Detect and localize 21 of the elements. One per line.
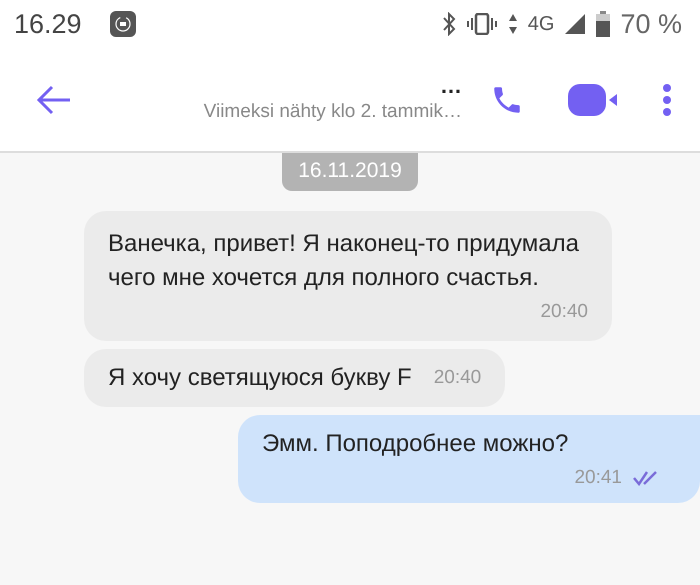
network-type: 4G (528, 12, 554, 36)
message-time: 20:40 (540, 300, 588, 324)
bluetooth-icon (442, 12, 456, 36)
message-time: 20:41 (574, 466, 622, 490)
message-text: Эмм. Поподробнее можно? (262, 429, 570, 459)
clock: 16.29 (14, 8, 82, 40)
vibrate-icon (466, 13, 498, 35)
message-text: Я хочу светящуюся букву F (108, 363, 412, 393)
message-time: 20:40 (434, 366, 482, 390)
video-call-button[interactable] (568, 84, 618, 116)
last-seen-text: Viimeksi nähty klo 2. tammik… (204, 100, 462, 122)
more-options-button[interactable] (662, 82, 672, 116)
contact-name[interactable]: … (440, 76, 462, 94)
signal-icon (564, 13, 586, 35)
message-text: Ванечка, привет! Я наконец-то придумала чего мне хочется для полного счастья. (108, 229, 580, 293)
app-notification-icon (110, 11, 136, 37)
battery-percent: 70 % (620, 8, 682, 40)
battery-icon (596, 11, 610, 37)
back-button[interactable] (36, 84, 72, 114)
data-arrows-icon (508, 13, 518, 35)
date-separator: 16.11.2019 (282, 153, 418, 191)
